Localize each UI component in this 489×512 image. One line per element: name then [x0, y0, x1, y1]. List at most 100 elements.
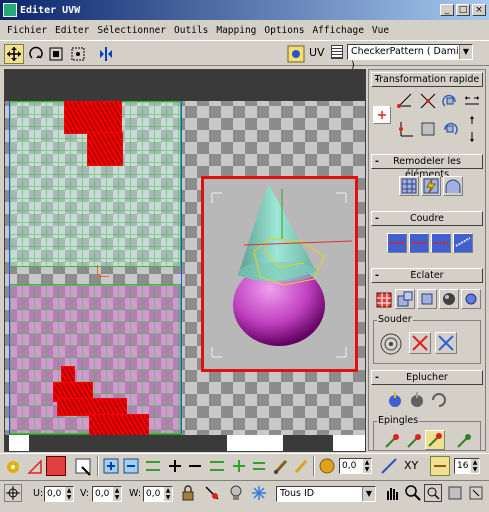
menu-editer[interactable]: Editer — [51, 25, 93, 36]
move-icon[interactable] — [4, 44, 24, 64]
stitch-1-icon[interactable] — [387, 233, 407, 253]
u-spinner[interactable]: 0,0 ▲ ▼ — [44, 486, 74, 502]
uv-list-icon[interactable] — [331, 45, 343, 59]
zoom-selected-icon[interactable] — [467, 484, 485, 505]
texture-dropdown[interactable]: CheckerPattern ( Damier ) ▼ — [347, 44, 473, 71]
sphere-icon[interactable] — [439, 289, 459, 309]
menu-affichage[interactable]: Affichage — [308, 25, 367, 36]
face-select-icon[interactable] — [46, 456, 66, 476]
menu-fichier[interactable]: Fichier — [3, 25, 51, 36]
scale-icon[interactable] — [46, 44, 66, 64]
edge-distance-spinner[interactable]: 16 ▲ ▼ — [454, 458, 480, 474]
detach-icon[interactable] — [395, 289, 415, 309]
shrink-selection-icon[interactable] — [122, 457, 140, 478]
uv-viewport[interactable] — [4, 69, 366, 452]
rotate-icon[interactable] — [26, 44, 46, 64]
grow-selection-icon[interactable] — [102, 457, 120, 478]
peel-reset-icon[interactable] — [407, 390, 427, 413]
material-id-dropdown[interactable]: Tous ID ▼ — [276, 486, 376, 502]
bulb-icon[interactable] — [228, 484, 244, 505]
element-select-icon[interactable] — [74, 457, 94, 480]
axis-label[interactable]: XY — [404, 459, 418, 472]
app-icon — [3, 3, 17, 17]
weld-target-icon[interactable] — [379, 332, 403, 359]
spacing-vertical-icon[interactable] — [465, 114, 479, 147]
rollout-coudre[interactable]: - Coudre — [371, 211, 483, 226]
menu-outils[interactable]: Outils — [170, 25, 212, 36]
close-button[interactable]: × — [472, 4, 486, 16]
rollout-eplucher[interactable]: - Eplucher — [371, 370, 483, 385]
unpin-icon[interactable] — [405, 432, 423, 450]
separator — [313, 456, 315, 476]
arch-icon[interactable] — [443, 176, 463, 196]
auto-pin-icon[interactable] — [425, 430, 445, 450]
menu-options[interactable]: Options — [260, 25, 308, 36]
rollout-eclater[interactable]: - Eclater — [371, 268, 483, 283]
v-label: V: — [80, 488, 89, 499]
select-pins-icon[interactable] — [455, 432, 473, 450]
rotate-minus-90-icon[interactable] — [441, 120, 459, 141]
stitch-3-icon[interactable] — [431, 233, 451, 253]
align-vertical-icon[interactable] — [397, 120, 415, 141]
mirror-icon[interactable] — [96, 44, 116, 64]
contract-icon[interactable] — [186, 457, 204, 478]
edge-loop-icon[interactable] — [144, 457, 162, 478]
expand-icon[interactable] — [166, 457, 184, 478]
pan-icon[interactable] — [383, 484, 401, 505]
gizmo-marker — [97, 265, 109, 277]
paint-brush-icon[interactable] — [272, 457, 290, 478]
align-center-icon[interactable] — [373, 106, 391, 124]
stitch-4-icon[interactable] — [453, 233, 473, 253]
spacing-horizontal-icon[interactable] — [463, 92, 481, 112]
weld-edge-icon[interactable] — [435, 332, 457, 354]
selected-faces[interactable] — [64, 101, 122, 134]
show-map-icon[interactable] — [286, 44, 306, 64]
absolute-offset-icon[interactable] — [4, 484, 22, 502]
rotate-90-icon[interactable] — [441, 92, 459, 113]
brush-paint-icon[interactable] — [292, 457, 310, 478]
soft-select-icon[interactable] — [318, 457, 336, 478]
maximize-button[interactable]: □ — [456, 4, 470, 16]
peel-icon[interactable] — [385, 390, 405, 413]
align-horizontal-icon[interactable] — [397, 92, 415, 113]
break-icon[interactable] — [375, 291, 393, 312]
weld-selected-icon[interactable] — [409, 332, 431, 354]
lock-icon[interactable] — [180, 484, 196, 505]
align-tools — [371, 90, 483, 148]
separator — [97, 456, 99, 476]
zoom-region-icon[interactable] — [424, 484, 442, 502]
undo-peel-icon[interactable] — [429, 390, 449, 413]
menu-mapping[interactable]: Mapping — [212, 25, 260, 36]
lightning-icon[interactable] — [421, 176, 441, 196]
falloff-value: 0,0 — [342, 461, 357, 471]
menu-vue[interactable]: Vue — [368, 25, 393, 36]
minimize-button[interactable]: _ — [440, 4, 454, 16]
ring-shrink-icon[interactable] — [250, 457, 268, 478]
rollout-transformation-rapide[interactable]: - Transformation rapide — [371, 72, 483, 87]
menu-selectionner[interactable]: Sélectionner — [93, 25, 170, 36]
target-icon[interactable] — [461, 289, 481, 309]
flip-icon[interactable] — [417, 289, 437, 309]
freeform-icon[interactable] — [68, 44, 88, 64]
paint-select-icon[interactable] — [4, 458, 22, 479]
falloff-line-icon[interactable] — [380, 457, 398, 478]
ring-grow-icon[interactable] — [230, 457, 248, 478]
straighten-icon[interactable] — [419, 120, 437, 141]
zoom-extents-icon[interactable] — [446, 484, 464, 505]
w-spinner[interactable]: 0,0 ▲ ▼ — [143, 486, 173, 502]
rollout-remodeler[interactable]: - Remodeler les éléments — [371, 154, 483, 180]
filter-select-icon[interactable] — [203, 484, 221, 505]
stitch-2-icon[interactable] — [409, 233, 429, 253]
snowflake-icon[interactable] — [250, 484, 268, 505]
selected-faces[interactable] — [87, 132, 123, 166]
pin-icon[interactable] — [383, 432, 401, 450]
selected-faces[interactable] — [89, 414, 149, 436]
lasso-icon[interactable] — [26, 458, 44, 479]
v-spinner[interactable]: 0,0 ▲ ▼ — [92, 486, 122, 502]
falloff-spinner[interactable]: 0,0 ▲ ▼ — [339, 458, 372, 474]
zoom-icon[interactable] — [404, 484, 422, 505]
edge-ring-icon[interactable] — [208, 457, 226, 478]
edge-distance-icon[interactable] — [430, 456, 450, 476]
relax-icon[interactable] — [399, 176, 419, 196]
align-diagonal-icon[interactable] — [419, 92, 437, 113]
